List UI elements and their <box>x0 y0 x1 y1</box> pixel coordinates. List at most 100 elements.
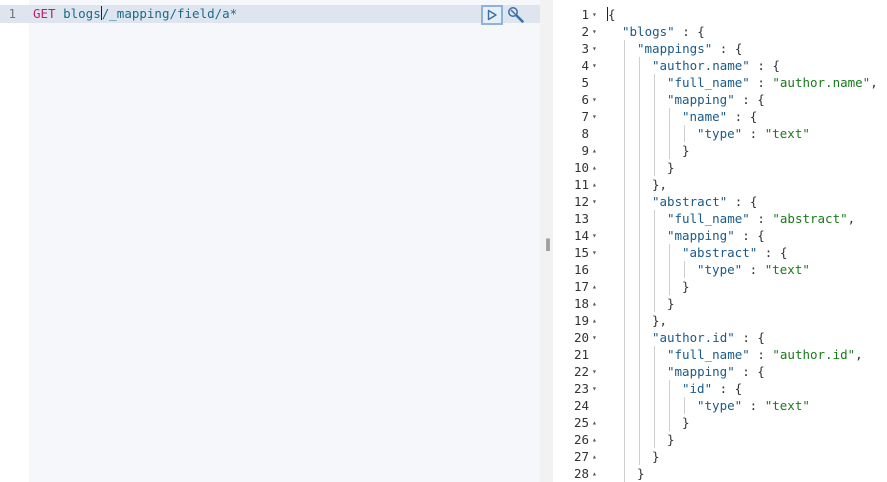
fold-expanded-icon[interactable]: ▾ <box>592 91 602 108</box>
indent-guide <box>624 40 625 57</box>
json-key: "blogs" <box>622 24 675 39</box>
response-line-number: 12 <box>573 194 589 209</box>
fold-expanded-icon[interactable]: ▾ <box>592 108 602 125</box>
request-settings-button[interactable] <box>505 5 527 25</box>
indent-guide <box>684 397 685 414</box>
indent-guide <box>624 159 625 176</box>
indent-guide <box>624 261 625 278</box>
indent-guide <box>654 142 655 159</box>
indent-guide <box>639 380 640 397</box>
indent-guide <box>654 159 655 176</box>
indent-guide <box>669 125 670 142</box>
response-line: 25 ▴} <box>553 414 887 431</box>
response-line-number: 14 <box>573 228 589 243</box>
request-editor[interactable] <box>29 0 540 482</box>
indent-guide <box>624 108 625 125</box>
send-request-button[interactable] <box>481 5 503 25</box>
indent-guide <box>654 363 655 380</box>
indent-guide <box>624 176 625 193</box>
request-editor-pane[interactable]: 1 GET blogs/_mapping/field/a* <box>0 0 540 482</box>
response-line-number: 1 <box>581 7 589 22</box>
fold-collapse-icon[interactable]: ▴ <box>592 431 602 448</box>
indent-guide <box>654 380 655 397</box>
json-key: "mappings" <box>637 41 713 56</box>
fold-collapse-icon[interactable]: ▴ <box>592 465 602 482</box>
indent-guide <box>639 312 640 329</box>
indent-guide <box>654 91 655 108</box>
indent-guide <box>654 397 655 414</box>
response-line: 28 ▴} <box>553 465 887 482</box>
response-line-number: 3 <box>581 41 589 56</box>
response-line: 15 ▾ "abstract" : { <box>553 244 887 261</box>
response-viewer[interactable]: 1 ▾{2 ▾ "blogs" : {3 ▾ "mappings" : {4 ▾ "autho… <box>553 0 887 482</box>
response-line-number: 16 <box>573 262 589 277</box>
indent-guide <box>624 227 625 244</box>
json-bracket: } <box>682 279 690 294</box>
json-key: "type" <box>697 126 743 141</box>
indent-guide <box>624 329 625 346</box>
fold-expanded-icon[interactable]: ▾ <box>592 227 602 244</box>
fold-collapse-icon[interactable]: ▴ <box>592 176 602 193</box>
fold-expanded-icon[interactable]: ▾ <box>592 329 602 346</box>
fold-collapse-icon[interactable]: ▴ <box>592 278 602 295</box>
fold-collapse-icon[interactable]: ▴ <box>592 142 602 159</box>
fold-collapse-icon[interactable]: ▴ <box>592 414 602 431</box>
fold-collapse-icon[interactable]: ▴ <box>592 159 602 176</box>
indent-guide <box>669 278 670 295</box>
json-punctuation: : { <box>757 245 788 260</box>
indent-guide <box>624 431 625 448</box>
fold-expanded-icon[interactable]: ▾ <box>592 244 602 261</box>
response-line: 22 ▾ "mapping" : { <box>553 363 887 380</box>
indent-guide <box>654 74 655 91</box>
json-string-value: "abstract" <box>772 211 848 226</box>
indent-guide <box>639 193 640 210</box>
response-line-number: 28 <box>573 466 589 481</box>
response-code: } <box>682 278 690 295</box>
response-code: }, <box>652 312 667 329</box>
json-punctuation: : <box>742 398 765 413</box>
json-punctuation: : { <box>734 92 765 107</box>
response-line: 4 ▾ "author.name" : { <box>553 57 887 74</box>
request-line[interactable]: GET blogs/_mapping/field/a* <box>33 5 237 23</box>
fold-expanded-icon[interactable]: ▾ <box>592 193 602 210</box>
indent-guide <box>624 380 625 397</box>
indent-guide <box>669 108 670 125</box>
response-code: "mapping" : { <box>667 91 765 108</box>
response-code: "type" : "text" <box>697 125 810 142</box>
indent-guide <box>639 261 640 278</box>
fold-expanded-icon[interactable]: ▾ <box>592 380 602 397</box>
response-line: 19 ▴}, <box>553 312 887 329</box>
fold-expanded-icon[interactable]: ▾ <box>592 23 602 40</box>
indent-guide <box>639 91 640 108</box>
response-line: 2 ▾ "blogs" : { <box>553 23 887 40</box>
json-key: "abstract" <box>652 194 728 209</box>
response-line: 17 ▴} <box>553 278 887 295</box>
json-punctuation: : { <box>734 364 765 379</box>
response-line-number: 23 <box>573 381 589 396</box>
fold-expanded-icon[interactable]: ▾ <box>592 363 602 380</box>
indent-guide <box>669 380 670 397</box>
response-line: 10 ▴} <box>553 159 887 176</box>
fold-collapse-icon[interactable]: ▴ <box>592 312 602 329</box>
response-line-number: 6 <box>581 92 589 107</box>
json-bracket: } <box>637 466 645 481</box>
fold-expanded-icon[interactable]: ▾ <box>592 40 602 57</box>
response-line-number: 15 <box>573 245 589 260</box>
response-line-number: 19 <box>573 313 589 328</box>
response-code: "mappings" : { <box>637 40 742 57</box>
indent-guide <box>624 142 625 159</box>
response-line: 9 ▴} <box>553 142 887 159</box>
json-key: "mapping" <box>667 92 735 107</box>
response-line-number: 7 <box>581 109 589 124</box>
json-punctuation: : { <box>712 41 743 56</box>
json-comma: , <box>847 211 856 226</box>
fold-expanded-icon[interactable]: ▾ <box>592 57 602 74</box>
fold-collapse-icon[interactable]: ▴ <box>592 448 602 465</box>
fold-collapse-icon[interactable]: ▴ <box>592 295 602 312</box>
response-line: 5 "full_name" : "author.name", <box>553 74 887 91</box>
response-line: 26 ▴} <box>553 431 887 448</box>
response-line: 18 ▴} <box>553 295 887 312</box>
play-icon <box>487 9 497 21</box>
fold-expanded-icon[interactable]: ▾ <box>592 6 602 23</box>
resize-handle-icon[interactable]: ‖ <box>545 237 551 251</box>
